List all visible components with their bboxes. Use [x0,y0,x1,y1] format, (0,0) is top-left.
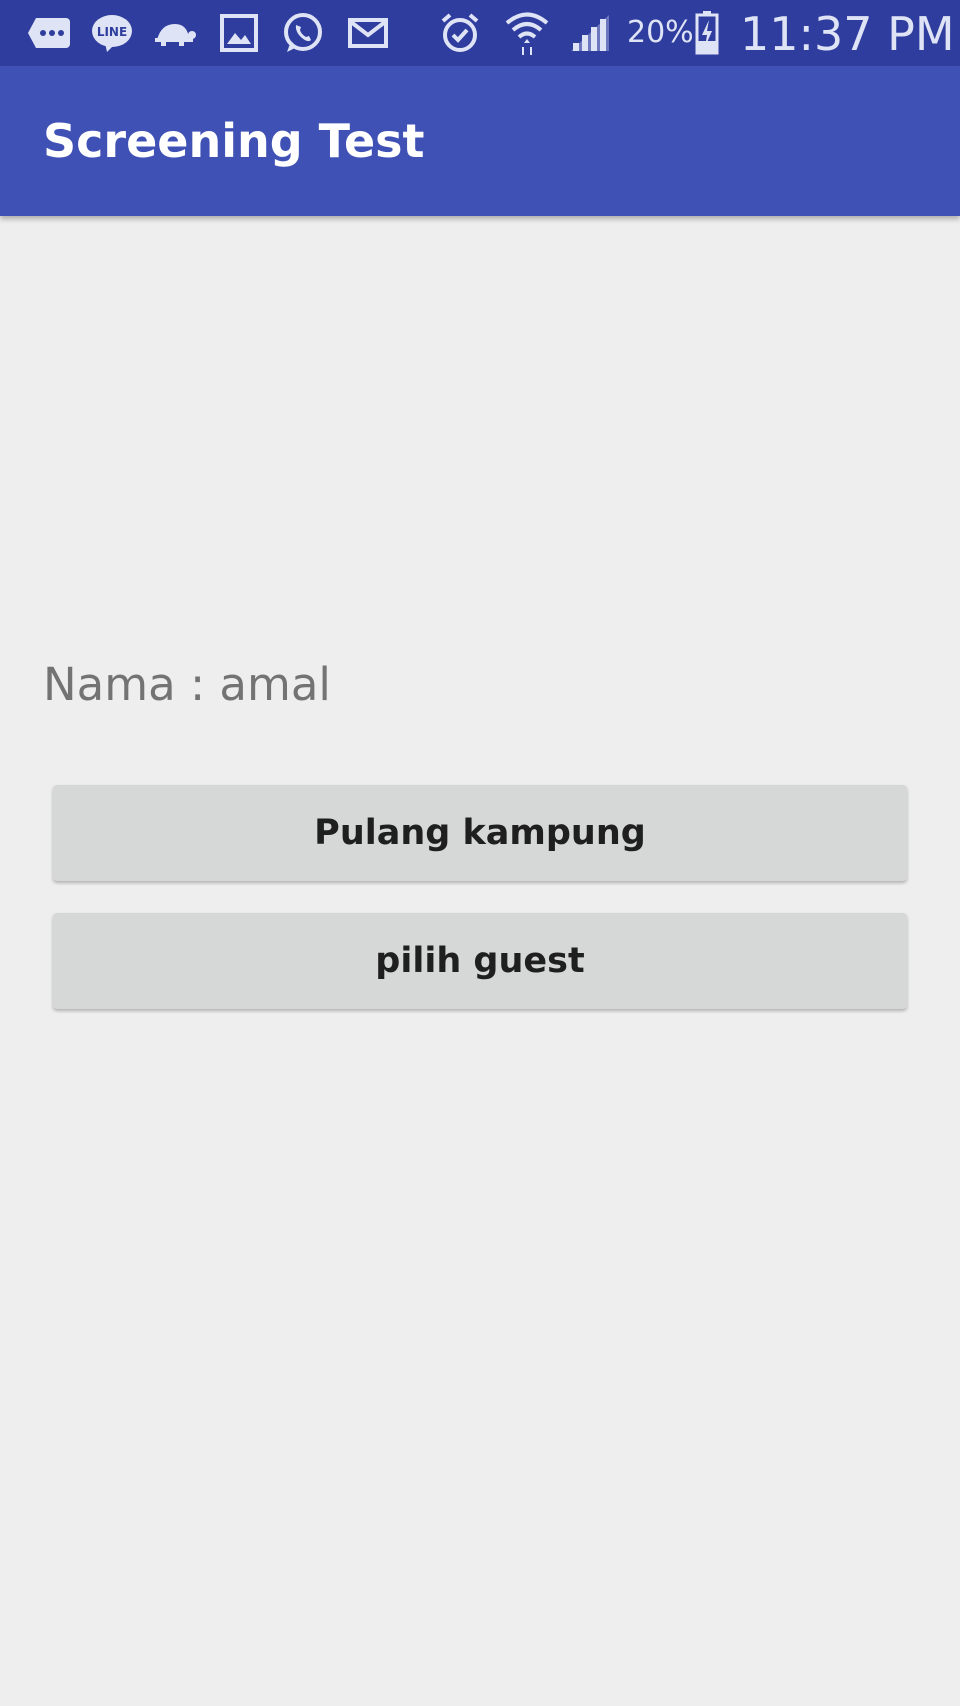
pulang-kampung-button[interactable]: Pulang kampung [53,785,907,881]
alarm-icon [437,0,483,66]
battery-charging-icon [694,0,720,66]
turtle-icon [152,0,198,66]
signal-icon [568,0,612,66]
gallery-icon [218,0,260,66]
wifi-icon [504,0,550,66]
page-title: Screening Test [43,114,425,168]
messages-icon [26,0,72,66]
line-icon: LINE [90,0,134,66]
email-icon [346,0,390,66]
svg-text:LINE: LINE [97,25,127,39]
name-label: Nama : amal [43,658,331,711]
status-clock: 11:37 PM [740,7,955,61]
status-bar: LINE 20% 11:37 PM [0,0,960,66]
pilih-guest-button[interactable]: pilih guest [53,913,907,1009]
whatsapp-icon [280,0,326,66]
app-bar: Screening Test [0,66,960,216]
battery-percentage: 20% [627,15,694,50]
